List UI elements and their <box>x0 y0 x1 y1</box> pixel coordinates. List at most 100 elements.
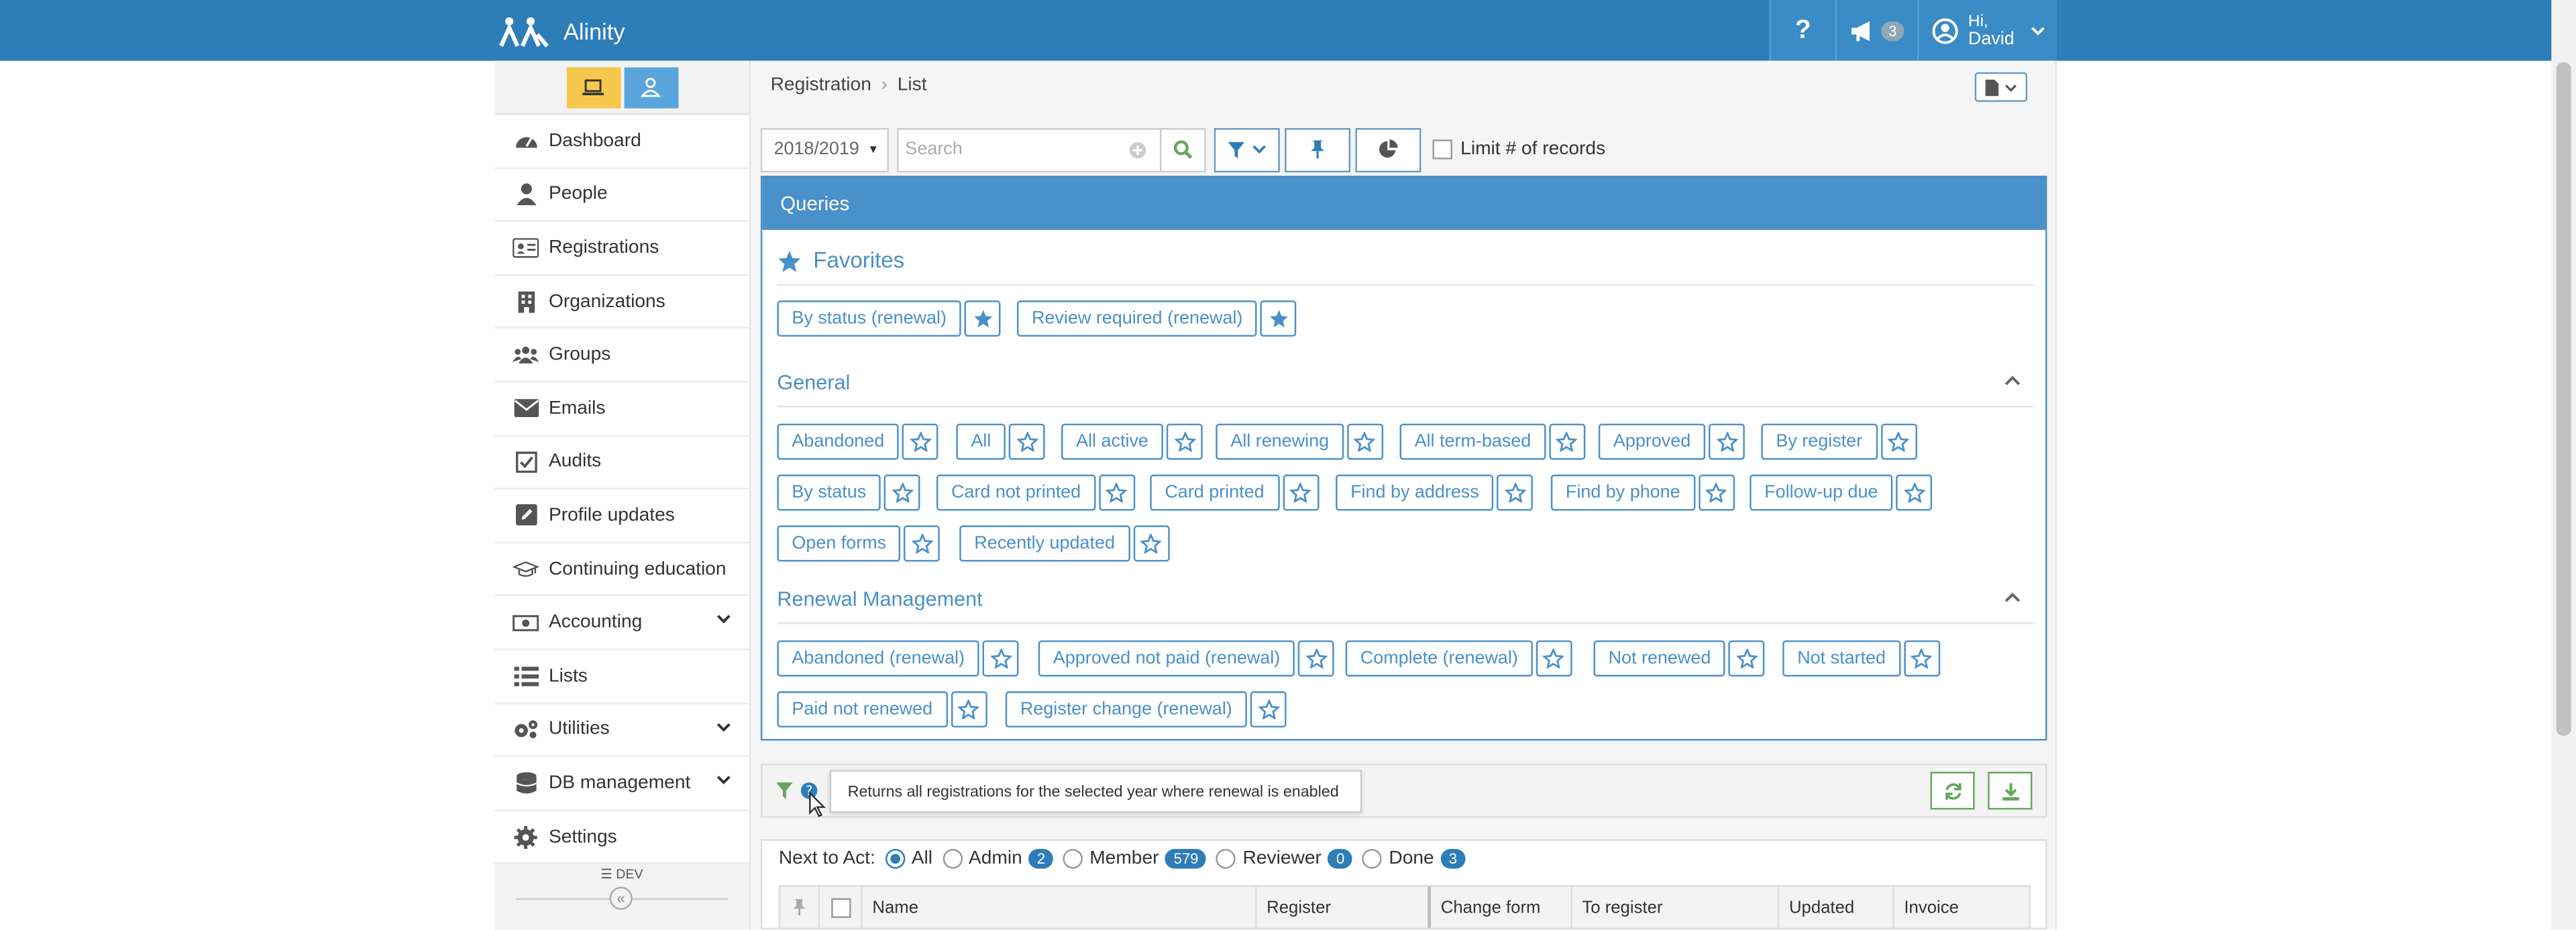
plus-circle-icon[interactable] <box>1128 140 1146 158</box>
query-button[interactable]: By status <box>777 474 881 511</box>
sidebar-item-dashboard[interactable]: Dashboard <box>494 115 749 169</box>
query-button[interactable]: Card printed <box>1150 474 1279 511</box>
favorite-button[interactable] <box>951 691 987 728</box>
download-button[interactable] <box>1988 772 2033 810</box>
favorite-button[interactable] <box>1099 474 1135 511</box>
chevron-up-icon[interactable] <box>2004 591 2021 603</box>
radio-label[interactable]: All <box>912 849 932 868</box>
sidebar-item-continuing-education[interactable]: Continuing education <box>494 543 749 597</box>
sidebar-item-groups[interactable]: Groups <box>494 329 749 383</box>
desktop-mode-button[interactable] <box>566 66 621 108</box>
query-button[interactable]: All active <box>1061 423 1163 460</box>
favorite-button[interactable] <box>1549 423 1586 460</box>
favorite-button[interactable] <box>1903 640 1940 677</box>
radio-label[interactable]: Member <box>1089 849 1159 868</box>
sidebar-item-lists[interactable]: Lists <box>494 650 749 704</box>
sidebar-item-emails[interactable]: Emails <box>494 383 749 437</box>
help-button[interactable]: ? <box>1769 0 1835 61</box>
query-button[interactable]: Abandoned (renewal) <box>777 640 980 677</box>
user-menu[interactable]: Hi, David <box>1917 0 2057 61</box>
sidebar-item-profile-updates[interactable]: Profile updates <box>494 489 749 544</box>
sidebar-item-utilities[interactable]: Utilities <box>494 703 749 758</box>
query-button[interactable]: Review required (renewal) <box>1016 300 1258 337</box>
query-button[interactable]: All term-based <box>1399 423 1546 460</box>
sidebar-item-accounting[interactable]: Accounting <box>494 597 749 650</box>
select-all-column[interactable] <box>820 886 863 928</box>
notifications-button[interactable]: 3 <box>1835 0 1917 61</box>
radio-member[interactable] <box>1063 849 1083 869</box>
document-menu-button[interactable] <box>1974 72 2028 102</box>
user-mode-button[interactable] <box>623 66 678 108</box>
breadcrumb-registration[interactable]: Registration <box>771 76 871 95</box>
sidebar-item-registrations[interactable]: Registrations <box>494 222 749 276</box>
column-change-form[interactable]: Change form <box>1431 886 1572 928</box>
column-invoice[interactable]: Invoice <box>1894 886 2029 927</box>
radio-label[interactable]: Reviewer <box>1243 849 1322 868</box>
column-updated[interactable]: Updated <box>1779 886 1894 928</box>
favorite-button[interactable] <box>1250 691 1287 728</box>
favorite-button[interactable] <box>1166 423 1203 460</box>
unfavorite-button[interactable] <box>1260 300 1297 337</box>
favorite-button[interactable] <box>1132 525 1169 562</box>
query-button[interactable]: All <box>956 423 1006 460</box>
query-button[interactable]: Approved <box>1598 423 1706 460</box>
favorite-button[interactable] <box>1497 474 1534 511</box>
query-button[interactable]: Abandoned <box>777 423 900 460</box>
favorite-button[interactable] <box>1536 640 1572 677</box>
query-button[interactable]: Find by address <box>1336 474 1494 511</box>
sidebar-item-audits[interactable]: Audits <box>494 436 749 490</box>
column-register[interactable]: Register <box>1256 886 1432 928</box>
favorite-button[interactable] <box>1698 474 1735 511</box>
query-button[interactable]: Register change (renewal) <box>1005 691 1247 728</box>
query-button[interactable]: By status (renewal) <box>777 300 962 337</box>
brand[interactable]: Alinity <box>498 0 625 61</box>
radio-label[interactable]: Admin <box>969 849 1022 868</box>
favorite-button[interactable] <box>1009 423 1046 460</box>
query-button[interactable]: By register <box>1761 423 1878 460</box>
radio-all[interactable] <box>885 849 905 869</box>
pin-button[interactable] <box>1285 127 1351 172</box>
favorite-button[interactable] <box>1709 423 1746 460</box>
favorite-button[interactable] <box>1346 423 1383 460</box>
query-button[interactable]: All renewing <box>1216 423 1344 460</box>
renewal-section-header[interactable]: Renewal Management <box>777 575 2034 624</box>
unfavorite-button[interactable] <box>964 300 1001 337</box>
radio-admin[interactable] <box>942 849 963 869</box>
query-button[interactable]: Find by phone <box>1550 474 1695 511</box>
query-button[interactable]: Recently updated <box>959 525 1130 562</box>
favorite-button[interactable] <box>1298 640 1335 677</box>
favorite-button[interactable] <box>1880 423 1917 460</box>
favorite-button[interactable] <box>902 423 939 460</box>
year-select[interactable]: 2018/2019 ▼ <box>760 127 889 172</box>
query-button[interactable]: Not renewed <box>1593 640 1726 677</box>
query-button[interactable]: Not started <box>1782 640 1901 677</box>
general-section-header[interactable]: General <box>777 358 2034 408</box>
query-button[interactable]: Open forms <box>777 525 902 562</box>
favorite-button[interactable] <box>982 640 1019 677</box>
column-to-register[interactable]: To register <box>1572 886 1780 928</box>
sidebar-item-settings[interactable]: Settings <box>494 811 749 864</box>
query-button[interactable]: Complete (renewal) <box>1345 640 1533 677</box>
sidebar-item-db-management[interactable]: DB management <box>494 757 749 811</box>
select-all-checkbox[interactable] <box>830 897 851 917</box>
query-button[interactable]: Approved not paid (renewal) <box>1038 640 1295 677</box>
search-input[interactable]: Search <box>897 127 1162 172</box>
favorite-button[interactable] <box>1282 474 1319 511</box>
radio-done[interactable] <box>1362 849 1383 869</box>
page-scrollbar-thumb[interactable] <box>2556 62 2571 736</box>
sidebar-item-people[interactable]: People <box>494 168 749 223</box>
radio-label[interactable]: Done <box>1389 849 1434 868</box>
query-button[interactable]: Paid not renewed <box>777 691 948 728</box>
query-button[interactable]: Card not printed <box>936 474 1096 511</box>
favorite-button[interactable] <box>904 525 941 562</box>
radio-reviewer[interactable] <box>1216 849 1236 869</box>
column-name[interactable]: Name <box>863 886 1257 928</box>
checkbox[interactable] <box>1432 139 1452 160</box>
collapse-sidebar-button[interactable]: « <box>609 887 633 911</box>
filter-dropdown-button[interactable] <box>1214 127 1280 172</box>
favorite-button[interactable] <box>1729 640 1766 677</box>
favorite-button[interactable] <box>884 474 921 511</box>
limit-records-checkbox[interactable]: Limit # of records <box>1432 139 1605 160</box>
query-button[interactable]: Follow-up due <box>1750 474 1893 511</box>
refresh-button[interactable] <box>1930 772 1975 810</box>
